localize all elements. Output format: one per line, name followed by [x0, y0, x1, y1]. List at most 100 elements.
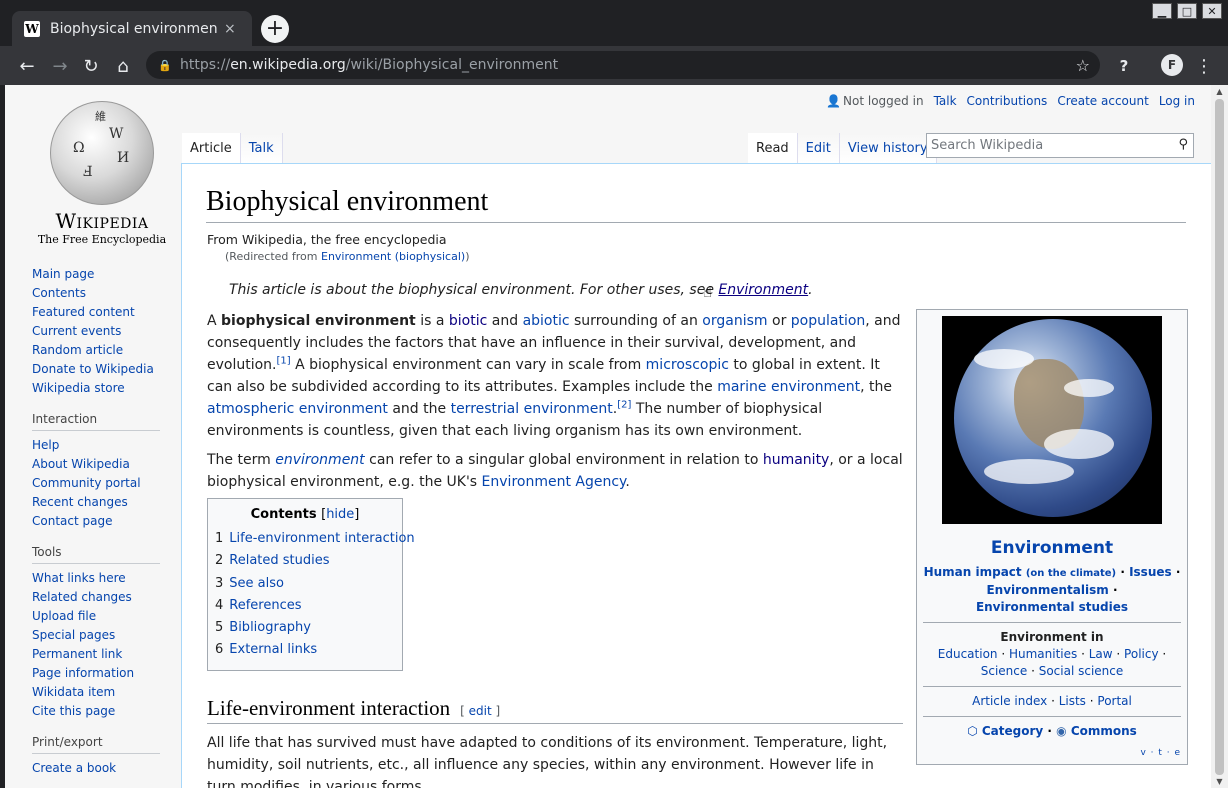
- bookmark-star-icon[interactable]: ☆: [1076, 56, 1090, 75]
- toc-item[interactable]: 4 References: [215, 595, 395, 617]
- toc-hide-link[interactable]: hide: [326, 507, 354, 522]
- tab-read[interactable]: Read: [748, 133, 798, 163]
- tab-talk[interactable]: Talk: [240, 133, 283, 163]
- sidebar-item-page-information[interactable]: Page information: [32, 664, 162, 683]
- education-link[interactable]: Education: [938, 647, 998, 661]
- navbox-vte[interactable]: v · t · e: [923, 748, 1181, 758]
- toc-item[interactable]: 5 Bibliography: [215, 617, 395, 639]
- scroll-up-icon[interactable]: ▲: [1215, 87, 1224, 96]
- tab-article[interactable]: Article: [182, 133, 241, 163]
- humanities-link[interactable]: Humanities: [1009, 647, 1077, 661]
- globe-glyph: И: [117, 150, 130, 166]
- redirect-suffix: ): [465, 250, 470, 263]
- tab-view-history[interactable]: View history: [839, 133, 937, 163]
- toc-item[interactable]: 3 See also: [215, 573, 395, 595]
- toc-link[interactable]: References: [229, 598, 301, 613]
- tab-edit[interactable]: Edit: [797, 133, 840, 163]
- wikipedia-logo[interactable]: Ω W И Ⅎ 維 Wikipedia The Free Encyclopedi…: [27, 95, 177, 246]
- toc-item[interactable]: 1 Life-environment interaction: [215, 528, 415, 550]
- menu-kebab-icon[interactable]: ⋮: [1192, 54, 1216, 78]
- home-icon[interactable]: ⌂: [111, 54, 135, 78]
- tab-close-icon[interactable]: ×: [224, 21, 236, 37]
- section-edit-link[interactable]: edit: [469, 704, 492, 718]
- toc-link[interactable]: Bibliography: [229, 620, 311, 635]
- sidebar-item-random-article[interactable]: Random article: [32, 341, 162, 360]
- log-in-link[interactable]: Log in: [1159, 94, 1195, 108]
- sidebar-item-main-page[interactable]: Main page: [32, 265, 162, 284]
- infobox-title[interactable]: Environment: [923, 538, 1181, 558]
- hatnote-text: This article is about the biophysical en…: [229, 282, 719, 298]
- sidebar-item-about[interactable]: About Wikipedia: [32, 455, 162, 474]
- browser-tab[interactable]: W Biophysical environment ×: [12, 11, 252, 46]
- cloud-shape: [1044, 429, 1114, 459]
- earth-image[interactable]: [942, 316, 1162, 524]
- sidebar-item-permanent-link[interactable]: Permanent link: [32, 645, 162, 664]
- environmentalism-link[interactable]: Environmentalism: [986, 583, 1108, 597]
- sidebar: Main page Contents Featured content Curr…: [32, 265, 162, 778]
- toc-link[interactable]: Life-environment interaction: [229, 531, 414, 546]
- policy-link[interactable]: Policy: [1124, 647, 1159, 661]
- sidebar-item-related-changes[interactable]: Related changes: [32, 588, 162, 607]
- sidebar-item-featured-content[interactable]: Featured content: [32, 303, 162, 322]
- env-studies-link[interactable]: Environmental studies: [976, 600, 1128, 614]
- sidebar-item-store[interactable]: Wikipedia store: [32, 379, 162, 398]
- profile-avatar[interactable]: F: [1161, 54, 1183, 76]
- lock-icon: 🔒: [158, 58, 172, 72]
- sidebar-item-contact[interactable]: Contact page: [32, 512, 162, 531]
- scroll-down-icon[interactable]: ▼: [1215, 777, 1224, 786]
- sidebar-item-donate[interactable]: Donate to Wikipedia: [32, 360, 162, 379]
- new-tab-button[interactable]: +: [261, 15, 289, 43]
- close-window-icon[interactable]: ✕: [1202, 3, 1222, 19]
- talk-link[interactable]: Talk: [934, 94, 957, 108]
- toc-link[interactable]: See also: [229, 576, 284, 591]
- toc-link[interactable]: External links: [229, 642, 317, 657]
- sidebar-item-contents[interactable]: Contents: [32, 284, 162, 303]
- social-science-link[interactable]: Social science: [1039, 664, 1124, 678]
- sidebar-item-what-links-here[interactable]: What links here: [32, 569, 162, 588]
- create-account-link[interactable]: Create account: [1057, 94, 1149, 108]
- minimize-icon[interactable]: ▁: [1152, 3, 1172, 19]
- portal-link[interactable]: Portal: [1097, 694, 1131, 708]
- redirect-link[interactable]: Environment (biophysical): [321, 250, 465, 263]
- reload-icon[interactable]: ↻: [79, 54, 103, 78]
- infobox-row-impact: Human impact (on the climate) · Issues ·: [923, 565, 1181, 579]
- help-icon[interactable]: ?: [1112, 54, 1136, 78]
- sidebar-item-create-book[interactable]: Create a book: [32, 759, 162, 778]
- search-icon[interactable]: ⚲: [1178, 137, 1188, 152]
- commons-icon: ◉: [1056, 724, 1067, 738]
- issues-link[interactable]: Issues: [1129, 565, 1172, 579]
- search-input[interactable]: Search Wikipedia ⚲: [926, 133, 1194, 158]
- page-scrollbar[interactable]: ▲ ▼: [1211, 85, 1228, 788]
- hatnote-link[interactable]: Environment: [718, 282, 808, 298]
- toc-item[interactable]: 2 Related studies: [215, 550, 395, 572]
- science-link[interactable]: Science: [981, 664, 1028, 678]
- toc-number: 4: [215, 597, 224, 613]
- sidebar-item-current-events[interactable]: Current events: [32, 322, 162, 341]
- scroll-thumb[interactable]: [1215, 99, 1224, 775]
- sidebar-item-cite[interactable]: Cite this page: [32, 702, 162, 721]
- toc-title: Contents [hide]: [250, 507, 360, 522]
- hatnote-end: .: [808, 282, 813, 298]
- sidebar-item-recent-changes[interactable]: Recent changes: [32, 493, 162, 512]
- back-arrow-icon[interactable]: ←: [15, 54, 39, 78]
- infobox-divider: [923, 622, 1181, 623]
- maximize-icon[interactable]: □: [1177, 3, 1197, 19]
- article-index-link[interactable]: Article index: [972, 694, 1047, 708]
- category-link[interactable]: Category: [982, 724, 1043, 738]
- redirect-prefix: (Redirected from: [225, 250, 321, 263]
- sidebar-item-upload-file[interactable]: Upload file: [32, 607, 162, 626]
- toc-link[interactable]: Related studies: [229, 553, 329, 568]
- contributions-link[interactable]: Contributions: [967, 94, 1048, 108]
- sidebar-item-wikidata[interactable]: Wikidata item: [32, 683, 162, 702]
- forward-arrow-icon[interactable]: →: [48, 54, 72, 78]
- human-impact-link[interactable]: Human impact: [924, 565, 1022, 579]
- lists-link[interactable]: Lists: [1059, 694, 1086, 708]
- sidebar-item-community-portal[interactable]: Community portal: [32, 474, 162, 493]
- address-bar[interactable]: 🔒 https://en.wikipedia.org/wiki/Biophysi…: [146, 51, 1100, 79]
- sidebar-item-help[interactable]: Help: [32, 436, 162, 455]
- law-link[interactable]: Law: [1089, 647, 1113, 661]
- on-climate-link[interactable]: (on the climate): [1026, 568, 1116, 579]
- toc-item[interactable]: 6 External links: [215, 639, 395, 661]
- sidebar-item-special-pages[interactable]: Special pages: [32, 626, 162, 645]
- commons-link[interactable]: Commons: [1071, 724, 1137, 738]
